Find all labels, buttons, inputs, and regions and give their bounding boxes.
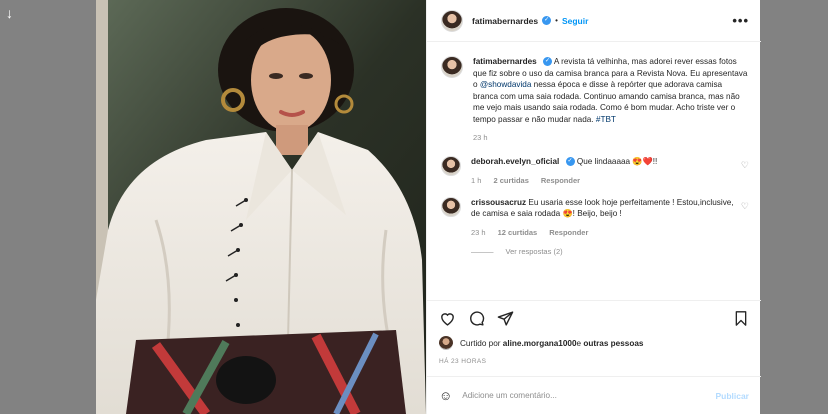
comment-like-heart-icon[interactable]: ♡ [741, 160, 749, 185]
comment-username[interactable]: crissousacruz [471, 198, 526, 207]
caption-meta: 23 h [473, 133, 749, 142]
view-replies-label[interactable]: Ver respostas (2) [506, 247, 563, 256]
publish-button[interactable]: Publicar [715, 391, 749, 401]
comment-item: crissousacruz Eu usaria esse look hoje p… [441, 196, 749, 256]
comment-body: Que lindaaaaa 😍❤️!! [576, 157, 658, 166]
share-icon[interactable] [497, 310, 514, 327]
other-likers-link[interactable]: outras pessoas [583, 339, 643, 348]
bookmark-icon[interactable] [733, 310, 749, 327]
comment-text: crissousacruz Eu usaria esse look hoje p… [471, 197, 735, 220]
caption: fatimabernardes ✓ A revista tá velhinha,… [441, 56, 749, 142]
action-bar [427, 300, 761, 336]
post-photo-illustration [96, 0, 426, 414]
comment-time[interactable]: 1 h [471, 176, 481, 185]
verified-badge-icon: ✓ [542, 16, 552, 25]
post-header: fatimabernardes ✓ • Seguir ••• [427, 0, 761, 42]
author-avatar[interactable] [441, 9, 463, 32]
verified-badge-icon: ✓ [565, 157, 575, 167]
emoji-icon[interactable]: ☺ [439, 388, 452, 403]
caption-time[interactable]: 23 h [473, 133, 488, 142]
comment-avatar[interactable] [441, 156, 461, 176]
caption-username[interactable]: fatimabernardes [473, 57, 537, 66]
liker-username[interactable]: aline.morgana1000 [503, 339, 577, 348]
likes-prefix: Curtido por [460, 338, 501, 348]
heart-icon[interactable] [439, 310, 456, 327]
more-options-icon[interactable]: ••• [732, 13, 749, 28]
comment-input[interactable] [462, 391, 716, 400]
mention-link[interactable]: @showdavida [480, 80, 532, 89]
comment-likes[interactable]: 2 curtidas [493, 176, 528, 185]
comment-username[interactable]: deborah.evelyn_oficial [471, 157, 559, 166]
likes-summary: Curtido por aline.morgana1000 e outras p… [439, 336, 643, 350]
comments-list[interactable]: fatimabernardes ✓ A revista tá velhinha,… [427, 42, 761, 300]
comment-meta: 1 h 2 curtidas Responder [471, 176, 735, 185]
hashtag-link[interactable]: #TBT [596, 115, 616, 124]
post-timestamp[interactable]: HÁ 23 HORAS [439, 358, 486, 365]
post-photo[interactable] [96, 0, 426, 414]
post-modal: fatimabernardes ✓ • Seguir ••• fatimaber… [96, 0, 761, 414]
likes-middle: e [576, 338, 582, 348]
post-side-panel: fatimabernardes ✓ • Seguir ••• fatimaber… [426, 0, 761, 414]
comment-time[interactable]: 23 h [471, 228, 486, 237]
follow-button[interactable]: Seguir [562, 16, 588, 26]
view-replies[interactable]: ——— Ver respostas (2) [471, 247, 735, 256]
caption-text: fatimabernardes ✓ A revista tá velhinha,… [473, 56, 749, 125]
separator-dot: • [555, 16, 558, 25]
comment-composer: ☺ Publicar [427, 376, 761, 414]
liker-avatar[interactable] [439, 336, 453, 350]
comment-item: deborah.evelyn_oficial ✓ Que lindaaaaa 😍… [441, 156, 749, 185]
caption-avatar[interactable] [441, 56, 463, 78]
comment-avatar[interactable] [441, 196, 461, 217]
comment-likes[interactable]: 12 curtidas [498, 228, 538, 237]
comment-meta: 23 h 12 curtidas Responder [471, 228, 735, 237]
verified-badge-icon: ✓ [543, 57, 552, 67]
arrow-down-icon: ↓ [6, 5, 13, 21]
comment-text: deborah.evelyn_oficial ✓ Que lindaaaaa 😍… [471, 156, 735, 168]
replies-line-icon: ——— [471, 246, 494, 256]
reply-button[interactable]: Responder [541, 176, 580, 185]
author-username[interactable]: fatimabernardes [472, 16, 538, 26]
comment-like-heart-icon[interactable]: ♡ [741, 201, 749, 256]
comment-icon[interactable] [468, 310, 485, 327]
reply-button[interactable]: Responder [549, 228, 588, 237]
